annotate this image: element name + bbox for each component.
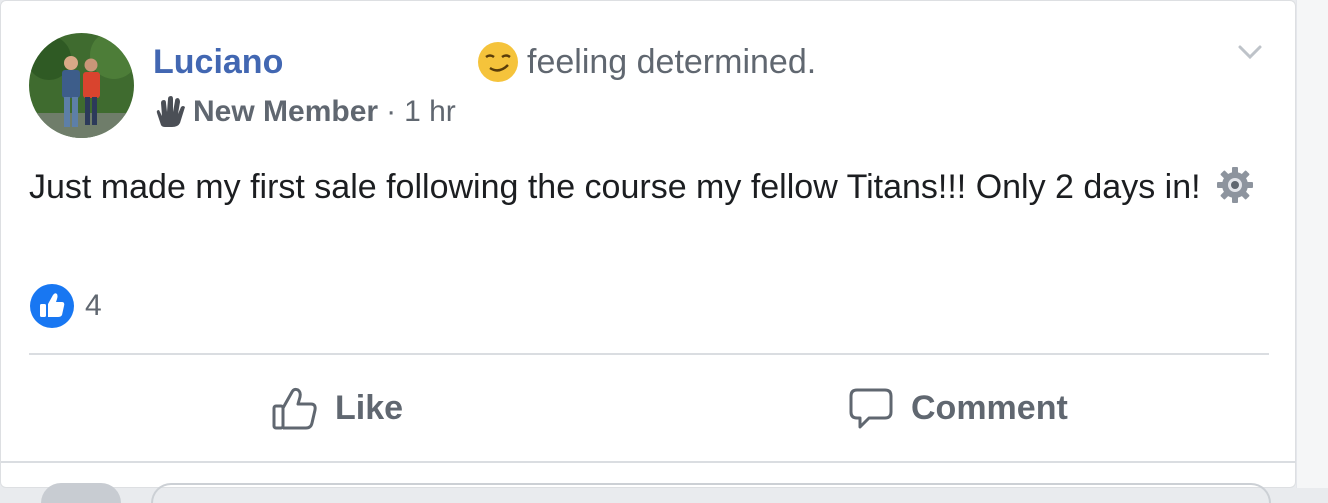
chevron-down-icon[interactable] [1235,41,1265,63]
post-body: Just made my first sale following the co… [29,163,1269,211]
comment-input[interactable] [151,483,1271,503]
post-card: Luciano feeling determined. New Member ·… [0,0,1297,503]
waving-hand-icon [156,96,185,127]
reaction-count: 4 [85,289,102,322]
post-body-text: Just made my first sale following the co… [29,168,1201,206]
thumbs-up-icon [272,387,317,430]
gear-icon [1217,167,1254,203]
actions-divider [29,353,1269,355]
reaction-summary[interactable]: 4 [29,283,102,329]
scrollbar[interactable] [1296,0,1328,488]
comment-button[interactable]: Comment [847,381,1068,435]
comments-divider [1,461,1297,463]
commenter-avatar [41,483,121,503]
feeling-text: feeling determined. [527,42,817,81]
like-button[interactable]: Like [271,381,403,435]
avatar[interactable] [29,33,134,138]
smirking-face-icon [478,42,518,82]
post-meta: New Member · 1 hr [153,95,456,129]
member-badge[interactable]: New Member [193,95,378,129]
post-timestamp[interactable]: 1 hr [404,95,456,129]
meta-separator: · [386,95,397,128]
feeling-status: feeling determined. [477,41,816,83]
like-reaction-icon [30,284,74,328]
like-label: Like [335,388,404,427]
comment-label: Comment [911,388,1068,427]
author-name[interactable]: Luciano [153,43,283,82]
comment-bubble-icon [849,388,893,429]
